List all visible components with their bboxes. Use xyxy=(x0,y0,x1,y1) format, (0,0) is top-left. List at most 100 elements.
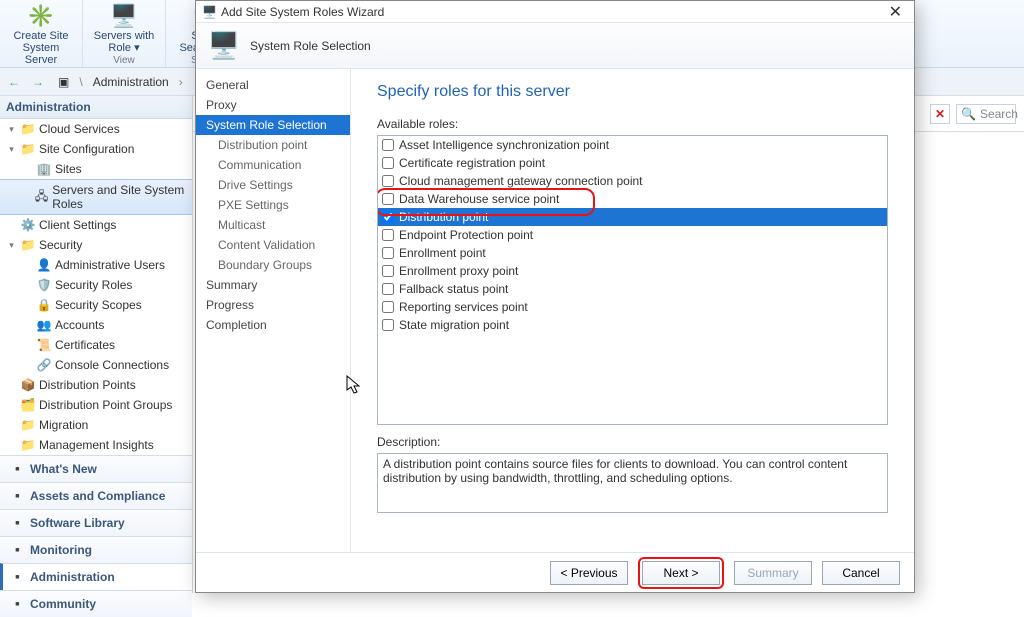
nav-forward-button[interactable]: → xyxy=(28,72,48,92)
wizard-step[interactable]: Summary xyxy=(196,275,350,295)
role-checkbox[interactable] xyxy=(382,301,394,313)
chevron-right-icon[interactable]: › xyxy=(179,75,183,89)
tree-expand-icon[interactable] xyxy=(6,440,17,451)
ribbon-group: 🖥️Servers with Role ▾View xyxy=(83,0,166,67)
wizard-step[interactable]: General xyxy=(196,75,350,95)
role-row[interactable]: Enrollment proxy point xyxy=(378,262,887,280)
tree-expand-icon[interactable]: ▾ xyxy=(6,144,17,155)
role-checkbox[interactable] xyxy=(382,157,394,169)
nav-section-label: Community xyxy=(30,597,96,611)
section-icon: ▪️ xyxy=(10,570,24,584)
tree-expand-icon[interactable] xyxy=(22,320,33,331)
nav-tree-item[interactable]: ⚙️Client Settings xyxy=(0,215,192,235)
wizard-step[interactable]: System Role Selection xyxy=(196,115,350,135)
role-row[interactable]: Certificate registration point xyxy=(378,154,887,172)
role-row[interactable]: Enrollment point xyxy=(378,244,887,262)
nav-section-label: Monitoring xyxy=(30,543,92,557)
nav-tree-item[interactable]: 👥Accounts xyxy=(0,315,192,335)
breadcrumb-segment[interactable]: Administration xyxy=(87,75,175,89)
breadcrumb-root-icon[interactable]: ▣ xyxy=(52,75,75,89)
clear-search-button[interactable]: ✕ xyxy=(930,104,950,124)
previous-button[interactable]: < Previous xyxy=(550,561,628,585)
close-button[interactable]: ✕ xyxy=(883,2,908,22)
nav-tree-item[interactable]: 🔗Console Connections xyxy=(0,355,192,375)
nav-tree-item[interactable]: 🏢Sites xyxy=(0,159,192,179)
role-checkbox[interactable] xyxy=(382,283,394,295)
search-box[interactable]: 🔍 Search xyxy=(956,104,1016,124)
role-checkbox[interactable] xyxy=(382,247,394,259)
next-button[interactable]: Next > xyxy=(642,561,720,585)
nav-tree-item[interactable]: 🛡️Security Roles xyxy=(0,275,192,295)
role-checkbox[interactable] xyxy=(382,229,394,241)
tree-expand-icon[interactable] xyxy=(6,400,17,411)
tree-expand-icon[interactable] xyxy=(22,300,33,311)
nav-section[interactable]: ▪️Administration xyxy=(0,563,192,590)
cancel-button[interactable]: Cancel xyxy=(822,561,900,585)
wizard-step[interactable]: Content Validation xyxy=(196,235,350,255)
role-label: Reporting services point xyxy=(399,300,528,314)
role-checkbox[interactable] xyxy=(382,265,394,277)
role-row[interactable]: Fallback status point xyxy=(378,280,887,298)
tree-expand-icon[interactable] xyxy=(22,164,33,175)
ribbon-button[interactable]: ✳️Create Site System Server xyxy=(6,2,76,66)
nav-tree-item-label: Client Settings xyxy=(39,218,116,232)
role-checkbox[interactable] xyxy=(382,175,394,187)
wizard-step[interactable]: Progress xyxy=(196,295,350,315)
section-icon: ▪️ xyxy=(10,543,24,557)
role-row[interactable]: Reporting services point xyxy=(378,298,887,316)
tree-expand-icon[interactable] xyxy=(22,260,33,271)
nav-tree-item[interactable]: 📦Distribution Points xyxy=(0,375,192,395)
tree-expand-icon[interactable] xyxy=(6,220,17,231)
wizard-step[interactable]: Communication xyxy=(196,155,350,175)
role-checkbox[interactable] xyxy=(382,319,394,331)
folder-icon: 📁 xyxy=(21,438,35,452)
nav-section[interactable]: ▪️Community xyxy=(0,590,192,617)
wizard-step[interactable]: Proxy xyxy=(196,95,350,115)
nav-tree-item[interactable]: 📁Management Insights xyxy=(0,435,192,455)
role-checkbox[interactable] xyxy=(382,139,394,151)
nav-tree-item[interactable]: 🖧Servers and Site System Roles xyxy=(0,179,192,215)
scope-icon: 🔒 xyxy=(37,298,51,312)
role-row[interactable]: Cloud management gateway connection poin… xyxy=(378,172,887,190)
nav-section[interactable]: ▪️Assets and Compliance xyxy=(0,482,192,509)
nav-back-button[interactable]: ← xyxy=(4,72,24,92)
role-row[interactable]: State migration point xyxy=(378,316,887,334)
tree-expand-icon[interactable] xyxy=(22,192,31,203)
tree-expand-icon[interactable] xyxy=(22,280,33,291)
annotation-highlight-next: Next > xyxy=(638,557,724,589)
nav-tree-item[interactable]: ▾📁Cloud Services xyxy=(0,119,192,139)
nav-tree-item[interactable]: 📜Certificates xyxy=(0,335,192,355)
tree-expand-icon[interactable]: ▾ xyxy=(6,124,17,135)
wizard-step[interactable]: Distribution point xyxy=(196,135,350,155)
nav-tree-item[interactable]: 🔒Security Scopes xyxy=(0,295,192,315)
role-row[interactable]: Data Warehouse service point xyxy=(378,190,887,208)
tree-expand-icon[interactable] xyxy=(22,340,33,351)
wizard-step[interactable]: Drive Settings xyxy=(196,175,350,195)
nav-section[interactable]: ▪️ Monitoring xyxy=(0,536,192,563)
role-label: Certificate registration point xyxy=(399,156,545,170)
nav-tree-item[interactable]: ▾📁Security xyxy=(0,235,192,255)
tree-expand-icon[interactable]: ▾ xyxy=(6,240,17,251)
wizard-step[interactable]: Multicast xyxy=(196,215,350,235)
role-row[interactable]: Asset Intelligence synchronization point xyxy=(378,136,887,154)
ribbon-button-label: Create Site System Server xyxy=(6,30,76,66)
nav-section[interactable]: ▪️Software Library xyxy=(0,509,192,536)
nav-tree-item[interactable]: 👤Administrative Users xyxy=(0,255,192,275)
roles-listbox[interactable]: Asset Intelligence synchronization point… xyxy=(377,135,888,425)
wizard-step[interactable]: PXE Settings xyxy=(196,195,350,215)
tree-expand-icon[interactable] xyxy=(6,420,17,431)
nav-section[interactable]: ▪️What's New xyxy=(0,455,192,482)
role-row[interactable]: Endpoint Protection point xyxy=(378,226,887,244)
role-checkbox[interactable] xyxy=(382,193,394,205)
nav-tree-item[interactable]: ▾📁Site Configuration xyxy=(0,139,192,159)
tree-expand-icon[interactable] xyxy=(6,380,17,391)
role-label: Enrollment point xyxy=(399,246,486,260)
role-checkbox[interactable] xyxy=(382,211,394,223)
role-row[interactable]: Distribution point xyxy=(378,208,887,226)
nav-tree-item[interactable]: 📁Migration xyxy=(0,415,192,435)
ribbon-button[interactable]: 🖥️Servers with Role ▾ xyxy=(89,2,159,54)
nav-tree-item[interactable]: 🗂️Distribution Point Groups xyxy=(0,395,192,415)
tree-expand-icon[interactable] xyxy=(22,360,33,371)
wizard-step[interactable]: Boundary Groups xyxy=(196,255,350,275)
wizard-step[interactable]: Completion xyxy=(196,315,350,335)
